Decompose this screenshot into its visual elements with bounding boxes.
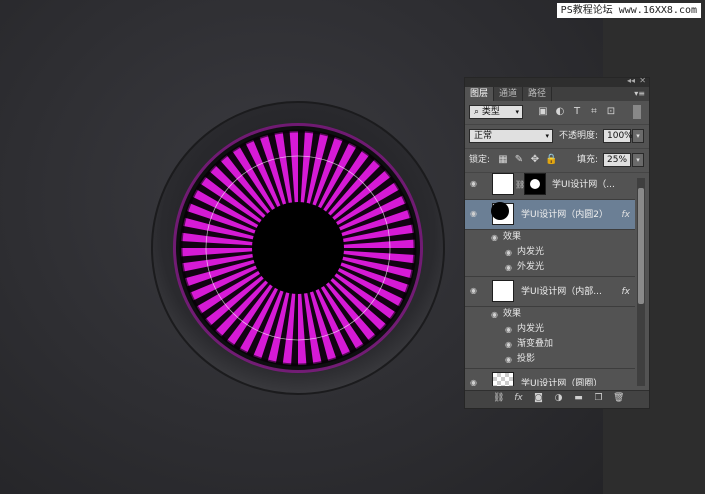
panel-titlebar: ◂◂ ✕ <box>465 76 649 87</box>
panel-menu-icon[interactable]: ▾≡ <box>634 87 645 101</box>
effect-item[interactable]: ◉ 内发光 <box>465 322 635 337</box>
filter-kind-value: 类型 <box>481 107 500 117</box>
fill-dropdown-icon[interactable]: ▾ <box>632 153 644 167</box>
chevron-down-icon: ▾ <box>515 108 519 116</box>
lock-pixels-icon[interactable]: ▦ <box>497 154 509 166</box>
layer-thumbnail <box>492 372 514 386</box>
blend-mode-value: 正常 <box>474 131 493 141</box>
effect-item[interactable]: ◉ 投影 <box>465 352 635 369</box>
eye-icon[interactable]: ◉ <box>491 234 501 242</box>
mask-icon[interactable]: ◙ <box>533 393 544 404</box>
opacity-label: 不透明度: <box>559 131 599 141</box>
folder-icon[interactable]: ▬ <box>573 393 584 404</box>
eye-icon[interactable]: ◉ <box>470 180 480 188</box>
opacity-input[interactable]: 100% <box>603 129 633 143</box>
layer-thumbnail <box>492 280 514 302</box>
radial-dial-artwork <box>151 101 445 395</box>
layer-name: 学UI设计网（... <box>552 180 615 190</box>
watermark: PS教程论坛 www.16XX8.com <box>556 3 701 18</box>
eye-icon[interactable]: ◉ <box>505 341 515 349</box>
layer-row[interactable]: ◉ ⛓ 学UI设计网（... <box>465 170 635 200</box>
effect-label: 内发光 <box>517 324 545 334</box>
search-icon: ⌕ <box>474 107 482 117</box>
fx-icon[interactable]: fx <box>622 277 631 307</box>
eye-icon[interactable]: ◉ <box>505 249 515 257</box>
effects-title: 效果 <box>503 232 522 242</box>
panel-tabs: 图层 通道 路径 ▾≡ <box>465 87 649 101</box>
layers-scrollbar[interactable] <box>637 178 645 386</box>
adjustment-layer-icon[interactable]: ◑ <box>553 393 564 404</box>
effects-group[interactable]: ◉ 效果 <box>465 230 635 245</box>
trash-icon[interactable]: 🗑 <box>613 393 624 404</box>
eye-icon[interactable]: ◉ <box>491 311 501 319</box>
layer-row-selected[interactable]: ◉ 学UI设计网（内圆2） fx <box>465 200 635 230</box>
eye-icon[interactable]: ◉ <box>505 264 515 272</box>
tab-channels[interactable]: 通道 <box>494 87 524 101</box>
filter-toggle-icon[interactable] <box>633 105 641 119</box>
effect-label: 外发光 <box>517 262 545 272</box>
adjustment-filter-icon[interactable]: ◐ <box>554 106 566 118</box>
layer-list: ◉ ⛓ 学UI设计网（... ◉ 学UI设计网（内圆2） fx ◉ 效果 ◉ 内… <box>465 170 635 386</box>
close-icon[interactable]: ✕ <box>639 76 646 85</box>
layer-mask-thumbnail[interactable] <box>524 173 546 195</box>
layer-name: 学UI设计网（内部... <box>521 287 602 297</box>
effects-group[interactable]: ◉ 效果 <box>465 307 635 322</box>
blend-mode-select[interactable]: 正常 ▾ <box>469 129 553 143</box>
smart-object-filter-icon[interactable]: ⊡ <box>605 106 617 118</box>
fx-icon[interactable]: fx <box>622 200 631 230</box>
panel-bottom-toolbar: ⛓ fx ◙ ◑ ▬ ❐ 🗑 <box>465 390 649 408</box>
blend-row: 正常 ▾ 不透明度: 100% ▾ <box>465 125 649 149</box>
fill-input[interactable]: 25% <box>603 153 631 167</box>
effect-label: 内发光 <box>517 247 545 257</box>
eye-icon[interactable]: ◉ <box>505 356 515 364</box>
layer-name: 学UI设计网（内圆2） <box>521 210 608 220</box>
opacity-dropdown-icon[interactable]: ▾ <box>632 129 644 143</box>
eye-icon[interactable]: ◉ <box>470 379 480 387</box>
chevron-down-icon: ▾ <box>545 132 549 140</box>
lock-paint-icon[interactable]: ✎ <box>513 154 525 166</box>
collapse-icon[interactable]: ◂◂ <box>627 76 635 85</box>
lock-label: 锁定: <box>469 155 491 165</box>
effects-title: 效果 <box>503 309 522 319</box>
effect-item[interactable]: ◉ 渐变叠加 <box>465 337 635 352</box>
filter-row: ⌕ 类型 ▾ ▣ ◐ T ⌗ ⊡ <box>465 101 649 125</box>
eye-icon[interactable]: ◉ <box>505 326 515 334</box>
new-layer-icon[interactable]: ❐ <box>593 393 604 404</box>
effect-item[interactable]: ◉ 内发光 <box>465 245 635 260</box>
lock-all-icon[interactable]: 🔒 <box>545 154 557 166</box>
filter-kind-select[interactable]: ⌕ 类型 ▾ <box>469 105 523 119</box>
fill-label: 填充: <box>577 155 599 165</box>
layer-thumbnail <box>491 202 514 225</box>
eye-icon[interactable]: ◉ <box>470 287 480 295</box>
shape-filter-icon[interactable]: ⌗ <box>588 106 600 118</box>
layers-panel: ◂◂ ✕ 图层 通道 路径 ▾≡ ⌕ 类型 ▾ ▣ ◐ T ⌗ ⊡ 正常 ▾ 不… <box>464 76 650 409</box>
fx-icon[interactable]: fx <box>513 393 524 404</box>
layer-row[interactable]: ◉ 学UI设计网（圆圈） <box>465 369 635 386</box>
scrollbar-thumb[interactable] <box>638 188 644 304</box>
effect-label: 渐变叠加 <box>517 339 554 349</box>
tab-layers[interactable]: 图层 <box>465 87 495 101</box>
eye-icon[interactable]: ◉ <box>470 210 480 218</box>
image-filter-icon[interactable]: ▣ <box>537 106 549 118</box>
lock-position-icon[interactable]: ✥ <box>529 154 541 166</box>
link-icon[interactable]: ⛓ <box>493 393 504 404</box>
layer-thumbnail <box>492 173 514 195</box>
effect-label: 投影 <box>517 354 536 364</box>
layer-row[interactable]: ◉ 学UI设计网（内部... fx <box>465 277 635 307</box>
tab-paths[interactable]: 路径 <box>523 87 553 101</box>
type-filter-icon[interactable]: T <box>571 106 583 118</box>
layer-name: 学UI设计网（圆圈） <box>521 379 603 386</box>
effect-item[interactable]: ◉ 外发光 <box>465 260 635 277</box>
